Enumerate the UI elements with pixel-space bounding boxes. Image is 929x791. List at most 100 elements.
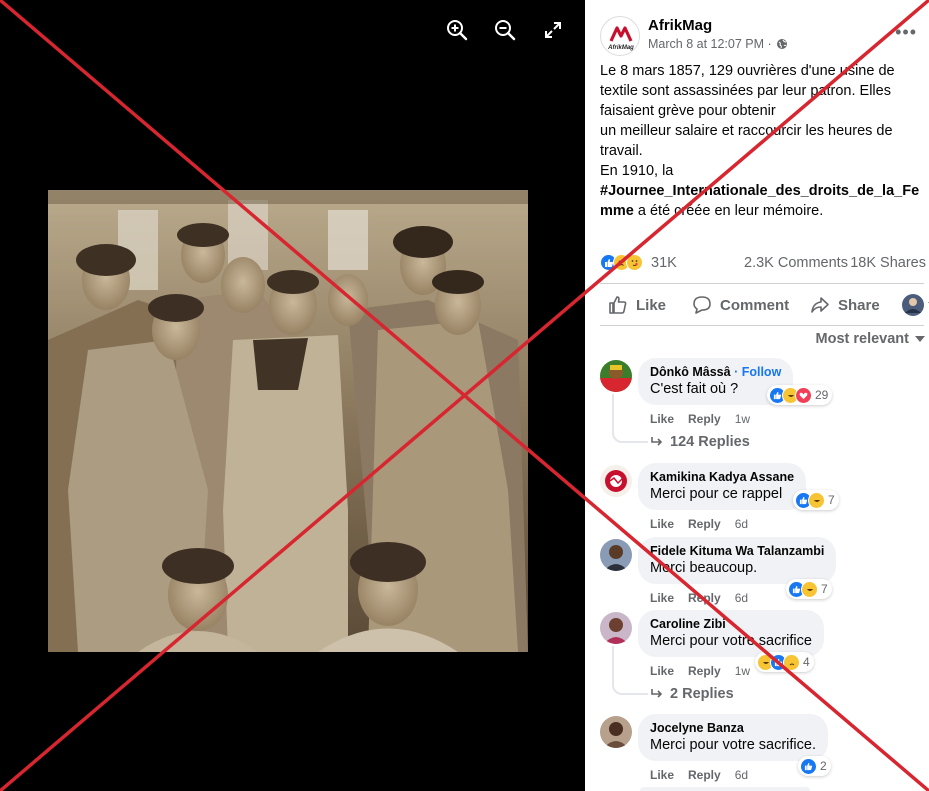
page-name[interactable]: AfrikMag: [648, 17, 712, 34]
comment-text: Merci pour votre sacrifice: [650, 633, 812, 649]
comment-text: Merci pour votre sacrifice.: [650, 737, 816, 753]
comment-time[interactable]: 6d: [735, 591, 748, 605]
post-timestamp[interactable]: March 8 at 12:07 PM ·: [648, 37, 772, 51]
comment-reply-button[interactable]: Reply: [688, 517, 721, 531]
commenter-avatar[interactable]: [600, 539, 632, 571]
comment-button[interactable]: Comment: [692, 295, 789, 315]
commenter-name[interactable]: Jocelyne Banza: [650, 721, 816, 735]
commenter-name-row: Dônkô Mâssâ · Follow: [650, 365, 781, 379]
comment-like-button[interactable]: Like: [650, 664, 674, 678]
fullscreen-icon[interactable]: [541, 18, 565, 42]
comment-text: Merci beaucoup.: [650, 560, 758, 576]
chevron-down-icon: [915, 335, 925, 342]
comment-reactions[interactable]: 2: [798, 756, 831, 776]
comment-label: Comment: [720, 296, 790, 314]
react-as-selector[interactable]: [902, 294, 929, 316]
comment-bubble: Jocelyne Banza Merci pour votre sacrific…: [638, 714, 828, 761]
post-meta: March 8 at 12:07 PM ·: [648, 37, 788, 51]
reaction-count: 29: [815, 388, 829, 402]
post-text: Le 8 mars 1857, 129 ouvrières d'une usin…: [600, 61, 924, 221]
comment-like-button[interactable]: Like: [650, 768, 674, 782]
haha-reaction-icon: [808, 491, 825, 509]
comment-actions: Like Reply 6d: [650, 768, 762, 782]
svg-text:AfrikMag: AfrikMag: [607, 45, 634, 51]
share-icon: [811, 297, 829, 313]
commenter-avatar[interactable]: [600, 612, 632, 644]
photo-viewer: [0, 0, 585, 791]
commenter-name[interactable]: Fidele Kituma Wa Talanzambi: [650, 544, 824, 558]
view-replies-button[interactable]: 124 Replies: [650, 434, 750, 450]
comment-item: Dônkô Mâssâ · Follow C'est fait où ? 29 …: [600, 358, 920, 453]
comment-like-button[interactable]: Like: [650, 517, 674, 531]
more-options-icon[interactable]: •••: [895, 22, 917, 43]
post-text-hashtag-line: #Journee_Internationale_des_droits_de_la…: [600, 181, 924, 221]
reaction-icons: [795, 491, 825, 509]
like-button[interactable]: Like: [608, 295, 666, 315]
commenter-name[interactable]: Dônkô Mâssâ: [650, 365, 731, 379]
view-replies-button[interactable]: 2 Replies: [650, 686, 734, 702]
haha-reaction-icon: [801, 580, 818, 598]
comment-reactions[interactable]: 7: [786, 579, 832, 599]
comment-time[interactable]: 6d: [735, 517, 748, 531]
comment-like-button[interactable]: Like: [650, 412, 674, 426]
viewer-toolbar: [445, 18, 565, 42]
comments-count[interactable]: 2.3K Comments: [744, 255, 848, 271]
replies-count: 2 Replies: [670, 686, 734, 702]
post-photo[interactable]: [48, 190, 528, 652]
globe-icon: [776, 39, 787, 49]
commenter-name[interactable]: Caroline Zibi: [650, 617, 812, 631]
care-reaction-icon: [626, 254, 643, 271]
user-avatar: [902, 294, 924, 316]
reaction-icons: [788, 580, 818, 598]
like-reaction-icon: [800, 757, 817, 775]
divider: [600, 283, 924, 284]
comment-reactions[interactable]: 29: [767, 385, 833, 405]
comment-reply-button[interactable]: Reply: [688, 591, 721, 605]
sepia-group-photo: [48, 190, 528, 652]
zoom-in-icon[interactable]: [445, 18, 469, 42]
replies-count: 124 Replies: [670, 434, 750, 450]
comment-time[interactable]: 1w: [735, 664, 750, 678]
love-reaction-icon: [795, 386, 812, 404]
comment-like-button[interactable]: Like: [650, 591, 674, 605]
commenter-avatar[interactable]: [600, 716, 632, 748]
post-actions: Like Comment Share: [600, 288, 929, 322]
comment-time[interactable]: 1w: [735, 412, 750, 426]
comment-text: Merci pour ce rappel: [650, 486, 783, 502]
reaction-icons[interactable]: [600, 254, 643, 271]
comment-reactions[interactable]: 7: [793, 490, 839, 510]
follow-link[interactable]: · Follow: [734, 365, 781, 379]
sort-comments-dropdown[interactable]: Most relevant: [816, 331, 925, 347]
comment-text: C'est fait où ?: [650, 381, 739, 397]
reactions-count[interactable]: 31K: [651, 255, 677, 271]
shares-count[interactable]: 18K Shares: [850, 255, 926, 271]
post-text-tail: a été créée en leur mémoire.: [633, 203, 824, 219]
next-comment-peek: [640, 787, 810, 791]
reaction-icons: [769, 386, 812, 404]
comment-reply-button[interactable]: Reply: [688, 664, 721, 678]
reply-arrow-icon: [651, 689, 663, 698]
post-text-line: Le 8 mars 1857, 129 ouvrières d'une usin…: [600, 63, 895, 119]
share-button[interactable]: Share: [810, 295, 880, 315]
comment-item: Caroline Zibi Merci pour votre sacrifice…: [600, 610, 920, 705]
comment-reply-button[interactable]: Reply: [688, 412, 721, 426]
commenter-avatar[interactable]: [600, 465, 632, 497]
comment-item: Kamikina Kadya Assane Merci pour ce rapp…: [600, 463, 920, 533]
comment-reply-button[interactable]: Reply: [688, 768, 721, 782]
reaction-count: 4: [803, 655, 810, 669]
zoom-out-icon[interactable]: [493, 18, 517, 42]
comment-actions: Like Reply 6d: [650, 517, 762, 531]
thumbs-up-icon: [609, 296, 627, 314]
comment-actions: Like Reply 6d: [650, 591, 762, 605]
commenter-name[interactable]: Kamikina Kadya Assane: [650, 470, 794, 484]
comment-time[interactable]: 6d: [735, 768, 748, 782]
page-avatar[interactable]: AfrikMag: [600, 16, 640, 56]
reaction-count: 2: [820, 759, 827, 773]
comment-bubble: Fidele Kituma Wa Talanzambi Merci beauco…: [638, 537, 837, 584]
comment-icon: [693, 296, 711, 314]
like-label: Like: [636, 296, 667, 314]
reaction-count: 7: [828, 493, 835, 507]
commenter-avatar[interactable]: [600, 360, 632, 392]
comment-bubble: Caroline Zibi Merci pour votre sacrifice: [638, 610, 824, 657]
comment-actions: Like Reply 1w: [650, 664, 764, 678]
